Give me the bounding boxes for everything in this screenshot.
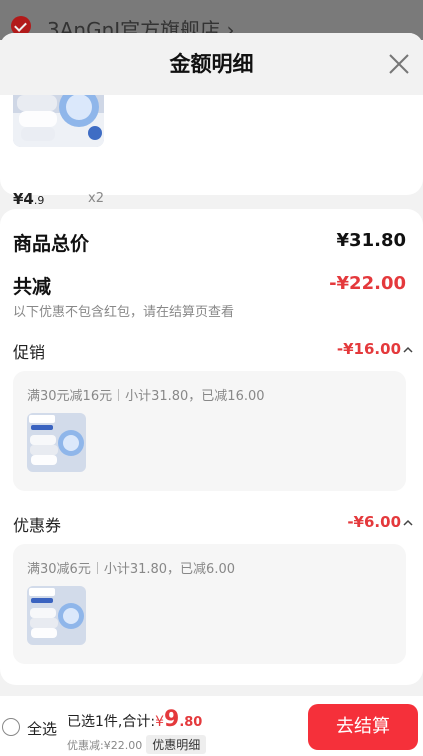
chevron-up-icon[interactable] [403, 518, 413, 528]
sheet-header: 金额明细 [0, 33, 423, 95]
close-icon[interactable] [388, 53, 410, 75]
price-breakdown-card: 商品总价 ¥31.80 共减 -¥22.00 以下优惠不包含红包，请在结算页查看… [0, 209, 423, 685]
amount-detail-sheet: 金额明细 ¥4.9 x2 商品总价 ¥31.80 共减 -¥22.00 以下优惠… [0, 33, 423, 756]
discount-detail-button[interactable]: 优惠明细 [146, 735, 207, 754]
promotion-detail-box: 满30元减16元 小计31.80，已减16.00 [13, 371, 406, 491]
select-all-label[interactable]: 全选 [27, 718, 57, 739]
total-price-value: ¥31.80 [336, 230, 406, 251]
selected-total: 已选1件,合计:¥9.80 [67, 707, 203, 732]
sheet-title: 金额明细 [169, 52, 254, 76]
total-reduce-value: -¥22.00 [329, 273, 406, 294]
coupon-label: 优惠券 [13, 516, 62, 535]
total-reduce-label: 共减 [13, 276, 52, 298]
promotion-rule: 满30元减16元 小计31.80，已减16.00 [27, 389, 265, 404]
promotion-value[interactable]: -¥16.00 [337, 340, 401, 358]
coupon-detail-box: 满30减6元 小计31.80，已减6.00 [13, 544, 406, 664]
item-price: ¥4.9 [13, 190, 45, 208]
promotion-product-thumb[interactable] [27, 413, 86, 472]
item-quantity: x2 [88, 191, 104, 206]
chevron-up-icon[interactable] [403, 345, 413, 355]
discount-summary: 优惠减:¥22.00 优惠明细 [67, 735, 207, 754]
promotion-label: 促销 [13, 343, 46, 362]
checkout-bar: 全选 已选1件,合计:¥9.80 优惠减:¥22.00 优惠明细 去结算 [0, 696, 423, 756]
select-all-radio[interactable] [2, 718, 20, 736]
coupon-product-thumb[interactable] [27, 586, 86, 645]
total-price-label: 商品总价 [13, 233, 90, 255]
checkout-button[interactable]: 去结算 [308, 704, 418, 750]
discount-note: 以下优惠不包含红包，请在结算页查看 [13, 305, 235, 320]
coupon-rule: 满30减6元 小计31.80，已减6.00 [27, 562, 235, 577]
coupon-value[interactable]: -¥6.00 [347, 513, 401, 531]
